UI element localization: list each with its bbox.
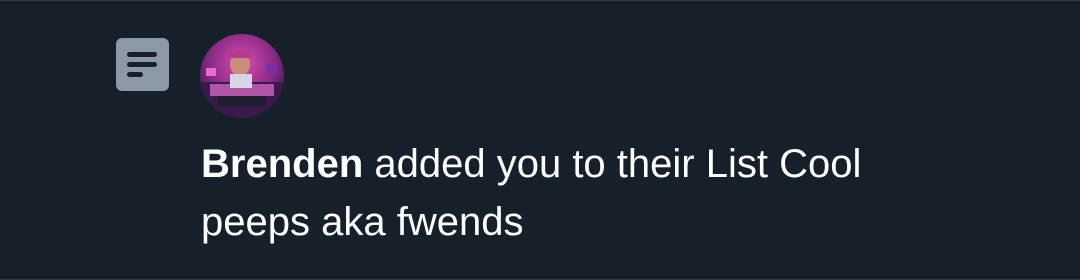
notification-text: Brenden added you to their List Cool pee… bbox=[201, 135, 981, 251]
avatar[interactable] bbox=[200, 34, 284, 118]
actor-name[interactable]: Brenden bbox=[201, 142, 363, 186]
notification-item[interactable]: Brenden added you to their List Cool pee… bbox=[0, 0, 1080, 280]
list-icon bbox=[116, 38, 169, 91]
